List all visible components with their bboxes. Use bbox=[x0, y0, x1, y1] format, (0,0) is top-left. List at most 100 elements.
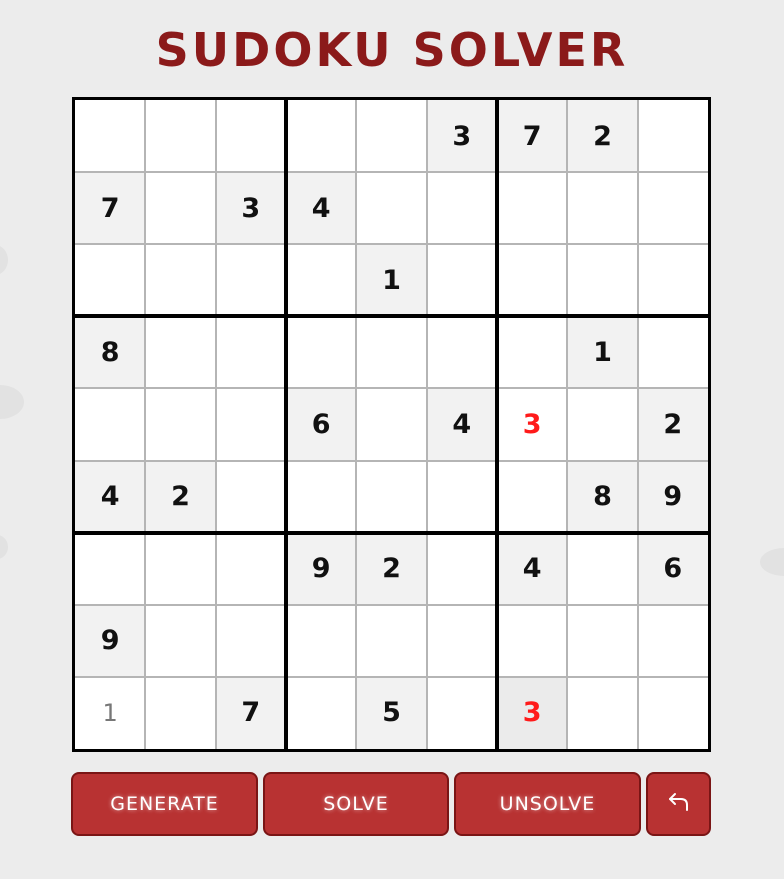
sudoku-cell[interactable] bbox=[427, 677, 497, 749]
sudoku-cell[interactable]: 3 bbox=[215, 172, 286, 245]
background-shape bbox=[0, 535, 8, 559]
sudoku-cell[interactable] bbox=[497, 316, 567, 388]
sudoku-cell[interactable] bbox=[567, 244, 637, 316]
sudoku-cell[interactable] bbox=[638, 244, 708, 316]
sudoku-cell[interactable] bbox=[216, 244, 286, 316]
sudoku-cell[interactable] bbox=[75, 388, 145, 460]
box-divider-line bbox=[495, 100, 499, 749]
sudoku-cell[interactable]: 7 bbox=[75, 172, 146, 245]
grid-line bbox=[214, 100, 217, 749]
sudoku-cell[interactable] bbox=[427, 244, 497, 316]
sudoku-cell[interactable] bbox=[356, 316, 426, 388]
sudoku-cell[interactable] bbox=[497, 461, 567, 533]
page-title: SUDOKU SOLVER bbox=[155, 23, 629, 77]
sudoku-cell[interactable]: 3 bbox=[497, 388, 567, 460]
sudoku-cell[interactable] bbox=[567, 533, 637, 605]
sudoku-cell[interactable]: 5 bbox=[356, 676, 427, 749]
solve-button[interactable]: SOLVE bbox=[263, 772, 449, 836]
sudoku-cell[interactable]: 9 bbox=[75, 604, 146, 677]
sudoku-cell[interactable] bbox=[497, 605, 567, 677]
sudoku-cell[interactable]: 4 bbox=[75, 460, 146, 533]
sudoku-cell[interactable] bbox=[567, 605, 637, 677]
sudoku-cell[interactable]: 9 bbox=[637, 460, 708, 533]
sudoku-cell[interactable] bbox=[356, 100, 426, 172]
sudoku-cell[interactable]: 8 bbox=[567, 460, 638, 533]
sudoku-cell[interactable] bbox=[497, 244, 567, 316]
sudoku-cell[interactable]: 7 bbox=[497, 100, 568, 173]
sudoku-cell[interactable]: 4 bbox=[286, 172, 357, 245]
sudoku-cell[interactable] bbox=[286, 100, 356, 172]
sudoku-cell[interactable] bbox=[427, 605, 497, 677]
grid-line bbox=[75, 459, 708, 462]
sudoku-cell[interactable] bbox=[286, 244, 356, 316]
sudoku-cell[interactable]: 4 bbox=[426, 388, 497, 461]
sudoku-cell[interactable] bbox=[427, 172, 497, 244]
sudoku-cell[interactable]: 1 bbox=[75, 677, 145, 749]
sudoku-cell[interactable] bbox=[216, 316, 286, 388]
sudoku-cell[interactable] bbox=[216, 100, 286, 172]
grid-line bbox=[75, 243, 708, 246]
sudoku-cell[interactable]: 1 bbox=[356, 244, 427, 317]
sudoku-cell[interactable] bbox=[286, 677, 356, 749]
sudoku-cell[interactable] bbox=[216, 461, 286, 533]
sudoku-cell[interactable] bbox=[427, 461, 497, 533]
undo-arrow-icon bbox=[665, 788, 693, 821]
grid-line bbox=[144, 100, 147, 749]
sudoku-cell[interactable]: 2 bbox=[637, 388, 708, 461]
sudoku-cell[interactable]: 3 bbox=[497, 676, 568, 749]
sudoku-cell[interactable] bbox=[427, 533, 497, 605]
sudoku-cell[interactable] bbox=[356, 605, 426, 677]
sudoku-cell[interactable]: 1 bbox=[567, 316, 638, 389]
sudoku-cell[interactable] bbox=[75, 244, 145, 316]
sudoku-cell[interactable] bbox=[286, 316, 356, 388]
sudoku-cell[interactable] bbox=[145, 533, 215, 605]
background-shape bbox=[0, 385, 24, 419]
sudoku-cell[interactable] bbox=[216, 388, 286, 460]
sudoku-cell[interactable] bbox=[638, 605, 708, 677]
sudoku-cell[interactable]: 6 bbox=[286, 388, 357, 461]
grid-line bbox=[636, 100, 639, 749]
sudoku-cell[interactable]: 6 bbox=[637, 532, 708, 605]
sudoku-cell[interactable] bbox=[145, 100, 215, 172]
sudoku-cell[interactable] bbox=[356, 388, 426, 460]
sudoku-cell[interactable]: 3 bbox=[426, 100, 497, 173]
sudoku-cell[interactable] bbox=[356, 461, 426, 533]
sudoku-cell[interactable] bbox=[427, 316, 497, 388]
sudoku-cell[interactable]: 4 bbox=[497, 532, 568, 605]
sudoku-cell[interactable] bbox=[567, 388, 637, 460]
sudoku-cell[interactable]: 9 bbox=[286, 532, 357, 605]
sudoku-cell[interactable] bbox=[75, 100, 145, 172]
sudoku-cell[interactable] bbox=[216, 533, 286, 605]
sudoku-cell[interactable]: 8 bbox=[75, 316, 146, 389]
sudoku-cell[interactable] bbox=[145, 605, 215, 677]
grid-line bbox=[75, 675, 708, 678]
sudoku-cell[interactable] bbox=[145, 316, 215, 388]
generate-button[interactable]: GENERATE bbox=[71, 772, 258, 836]
sudoku-cell[interactable]: 2 bbox=[145, 460, 216, 533]
sudoku-cell[interactable] bbox=[145, 244, 215, 316]
sudoku-cell[interactable] bbox=[567, 677, 637, 749]
sudoku-cell[interactable] bbox=[567, 172, 637, 244]
sudoku-board: 37273418164324289924691753 bbox=[72, 97, 711, 752]
sudoku-cell[interactable] bbox=[638, 100, 708, 172]
sudoku-cell[interactable] bbox=[75, 533, 145, 605]
sudoku-cell[interactable] bbox=[145, 677, 215, 749]
sudoku-cell[interactable]: 2 bbox=[567, 100, 638, 173]
grid-line bbox=[425, 100, 428, 749]
sudoku-cell[interactable] bbox=[286, 605, 356, 677]
sudoku-cell[interactable] bbox=[638, 677, 708, 749]
undo-button[interactable] bbox=[646, 772, 711, 836]
sudoku-cell[interactable] bbox=[145, 172, 215, 244]
grid-line bbox=[75, 387, 708, 390]
sudoku-cell[interactable] bbox=[145, 388, 215, 460]
sudoku-cell[interactable] bbox=[497, 172, 567, 244]
sudoku-cell[interactable]: 7 bbox=[215, 676, 286, 749]
sudoku-cell[interactable] bbox=[216, 605, 286, 677]
unsolve-button[interactable]: UNSOLVE bbox=[454, 772, 641, 836]
sudoku-cell[interactable]: 2 bbox=[356, 532, 427, 605]
sudoku-cell[interactable] bbox=[356, 172, 426, 244]
sudoku-cell[interactable] bbox=[638, 316, 708, 388]
sudoku-cell[interactable] bbox=[286, 461, 356, 533]
grid-line bbox=[566, 100, 569, 749]
sudoku-cell[interactable] bbox=[638, 172, 708, 244]
